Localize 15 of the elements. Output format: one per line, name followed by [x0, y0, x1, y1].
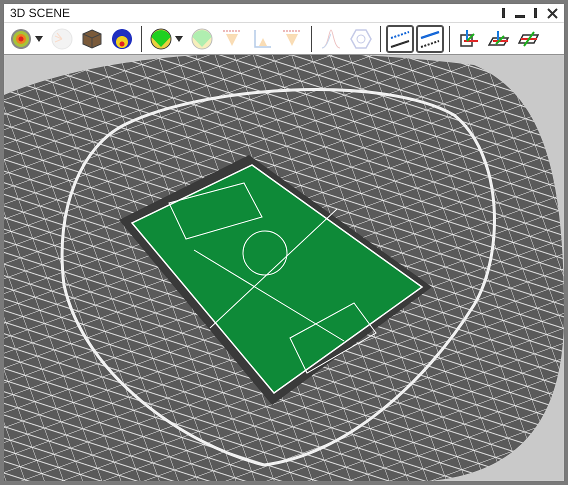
window-title: 3D SCENE: [10, 6, 70, 20]
hexagon-icon: [350, 28, 372, 50]
caret-icon: [35, 36, 43, 42]
caret-icon: [175, 36, 183, 42]
ball-icon: [150, 28, 172, 50]
peaks-icon: [320, 28, 342, 50]
light-icon: [51, 28, 73, 50]
color-map-icon: [10, 28, 32, 50]
close-icon[interactable]: [547, 8, 558, 18]
contour-icon: [111, 28, 133, 50]
solid-line-toggle[interactable]: [416, 24, 444, 52]
ball-icon: [191, 28, 213, 50]
axis-box-icon: [458, 28, 480, 50]
cube-icon: [81, 28, 103, 50]
dotted-lines-toggle[interactable]: [386, 24, 414, 52]
